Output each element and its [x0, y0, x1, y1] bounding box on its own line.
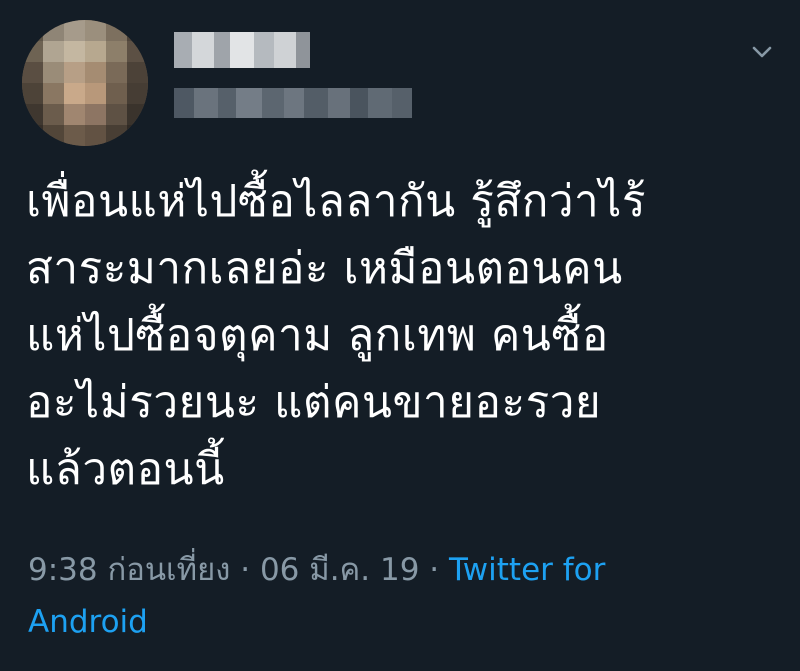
meta-separator: · [230, 552, 260, 588]
handle-blurred[interactable] [174, 88, 412, 118]
tweet-date[interactable]: 06 มี.ค. 19 [260, 552, 419, 588]
tweet-source-link-continued[interactable]: Android [28, 604, 148, 640]
chevron-down-icon[interactable] [750, 40, 774, 64]
tweet-time[interactable]: 9:38 ก่อนเที่ยง [28, 552, 230, 588]
tweet-source-link[interactable]: Twitter for [449, 552, 605, 588]
meta-separator: · [419, 552, 449, 588]
tweet-text-line: เพื่อนแห่ไปซื้อไลลากัน รู้สึกว่าไร้ [26, 176, 647, 227]
tweet-text-line: แห่ไปซื้อจตุคาม ลูกเทพ คนซื้อ [26, 310, 609, 361]
tweet-meta: 9:38 ก่อนเที่ยง · 06 มี.ค. 19 · Twitter … [28, 544, 788, 648]
display-name-blurred[interactable] [174, 32, 310, 68]
tweet-text-line: สาระมากเลยอ่ะ เหมือนตอนคน [26, 243, 623, 294]
tweet-text-line: อะไม่รวยนะ แต่คนขายอะรวย [26, 377, 602, 428]
avatar[interactable] [22, 20, 148, 146]
tweet-text: เพื่อนแห่ไปซื้อไลลากัน รู้สึกว่าไร้ สาระ… [26, 168, 786, 503]
tweet-text-line: แล้วตอนนี้ [26, 444, 225, 495]
tweet-card: เพื่อนแห่ไปซื้อไลลากัน รู้สึกว่าไร้ สาระ… [0, 0, 800, 671]
